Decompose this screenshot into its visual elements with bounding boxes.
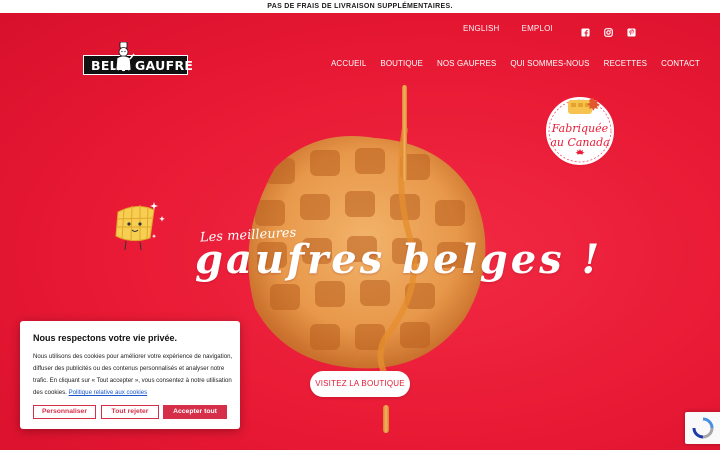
badge-line1: Fabriquée: [551, 122, 609, 135]
hero-tagline-big: gaufres belges !: [195, 236, 603, 283]
cookie-title: Nous respectons votre vie privée.: [33, 333, 178, 343]
main-nav: ACCUEIL BOUTIQUE NOS GAUFRES QUI SOMMES-…: [331, 59, 714, 68]
cookie-customize-button[interactable]: Personnaliser: [33, 405, 96, 419]
recaptcha-icon: [692, 417, 714, 439]
badge-line2: au Canada: [550, 136, 609, 149]
cookie-body: Nous utilisons des cookies pour améliore…: [33, 351, 233, 399]
facebook-icon[interactable]: [581, 24, 590, 37]
chef-mascot-icon: [115, 42, 135, 74]
instagram-icon[interactable]: [604, 24, 613, 37]
syrup-drip: [383, 405, 389, 433]
top-utility-nav: ENGLISH EMPLOI: [463, 24, 553, 33]
nav-qui-sommes-nous[interactable]: QUI SOMMES-NOUS: [510, 59, 603, 68]
nav-nos-gaufres[interactable]: NOS GAUFRES: [437, 59, 510, 68]
syrup-stream: [402, 85, 407, 181]
cookie-policy-link[interactable]: Politique relative aux cookies: [69, 389, 148, 396]
site-logo[interactable]: BEL GAUFRE: [83, 42, 193, 77]
cookie-accept-button[interactable]: Accepter tout: [163, 405, 227, 419]
jobs-link[interactable]: EMPLOI: [522, 24, 553, 33]
pinterest-icon[interactable]: [627, 24, 636, 37]
social-links: [581, 24, 636, 37]
waffle-mascot-illustration: [115, 202, 165, 251]
cookie-reject-button[interactable]: Tout rejeter: [101, 405, 159, 419]
language-link[interactable]: ENGLISH: [463, 24, 500, 33]
cookie-consent-banner: Nous respectons votre vie privée. Nous u…: [20, 321, 240, 429]
nav-accueil[interactable]: ACCUEIL: [331, 59, 380, 68]
announcement-bar: PAS DE FRAIS DE LIVRAISON SUPPLÉMENTAIRE…: [0, 0, 720, 13]
nav-boutique[interactable]: BOUTIQUE: [380, 59, 437, 68]
made-in-canada-badge: Fabriquée au Canada: [544, 95, 616, 167]
logo-text-right: GAUFRE: [135, 58, 194, 73]
nav-recettes[interactable]: RECETTES: [604, 59, 661, 68]
recaptcha-badge[interactable]: [685, 412, 720, 444]
nav-contact[interactable]: CONTACT: [661, 59, 714, 68]
visit-shop-button[interactable]: VISITEZ LA BOUTIQUE: [310, 371, 410, 397]
